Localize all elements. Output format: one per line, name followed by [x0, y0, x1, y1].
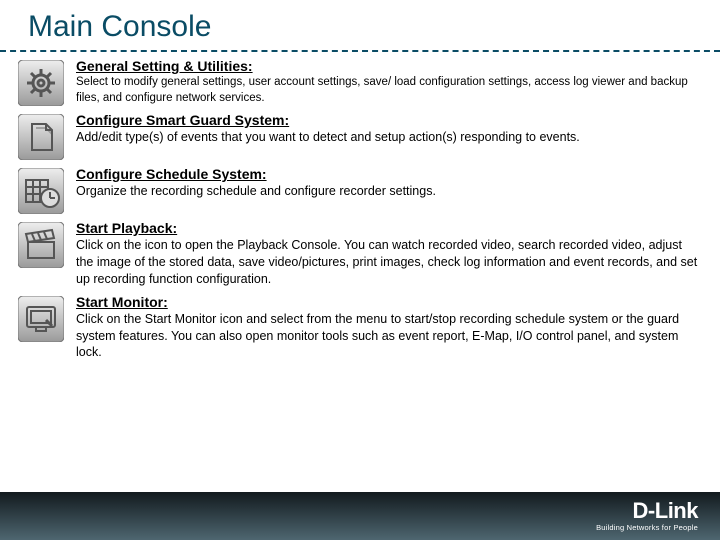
item-playback: Start Playback: Click on the icon to ope… — [18, 220, 700, 288]
document-icon — [18, 114, 64, 160]
item-desc: Select to modify general settings, user … — [76, 75, 700, 106]
brand-logo: D-Link Building Networks for People — [596, 500, 698, 532]
footer-bar: D-Link Building Networks for People — [0, 492, 720, 540]
item-desc: Add/edit type(s) of events that you want… — [76, 129, 700, 146]
item-desc: Click on the Start Monitor icon and sele… — [76, 311, 700, 362]
brand-tagline: Building Networks for People — [596, 524, 698, 532]
item-schedule: Configure Schedule System: Organize the … — [18, 166, 700, 214]
clapper-icon — [18, 222, 64, 268]
item-desc: Click on the icon to open the Playback C… — [76, 237, 700, 288]
item-heading: General Setting & Utilities: — [76, 58, 700, 74]
schedule-icon — [18, 168, 64, 214]
item-smart-guard: Configure Smart Guard System: Add/edit t… — [18, 112, 700, 160]
item-heading: Start Playback: — [76, 220, 700, 236]
item-general-settings: General Setting & Utilities: Select to m… — [18, 58, 700, 106]
item-monitor: Start Monitor: Click on the Start Monito… — [18, 294, 700, 362]
items-list: General Setting & Utilities: Select to m… — [0, 52, 720, 361]
gear-icon — [18, 60, 64, 106]
page-title: Main Console — [0, 0, 720, 50]
item-heading: Configure Smart Guard System: — [76, 112, 700, 128]
item-heading: Start Monitor: — [76, 294, 700, 310]
item-heading: Configure Schedule System: — [76, 166, 700, 182]
monitor-icon — [18, 296, 64, 342]
brand-name: D-Link — [596, 500, 698, 522]
item-desc: Organize the recording schedule and conf… — [76, 183, 700, 200]
